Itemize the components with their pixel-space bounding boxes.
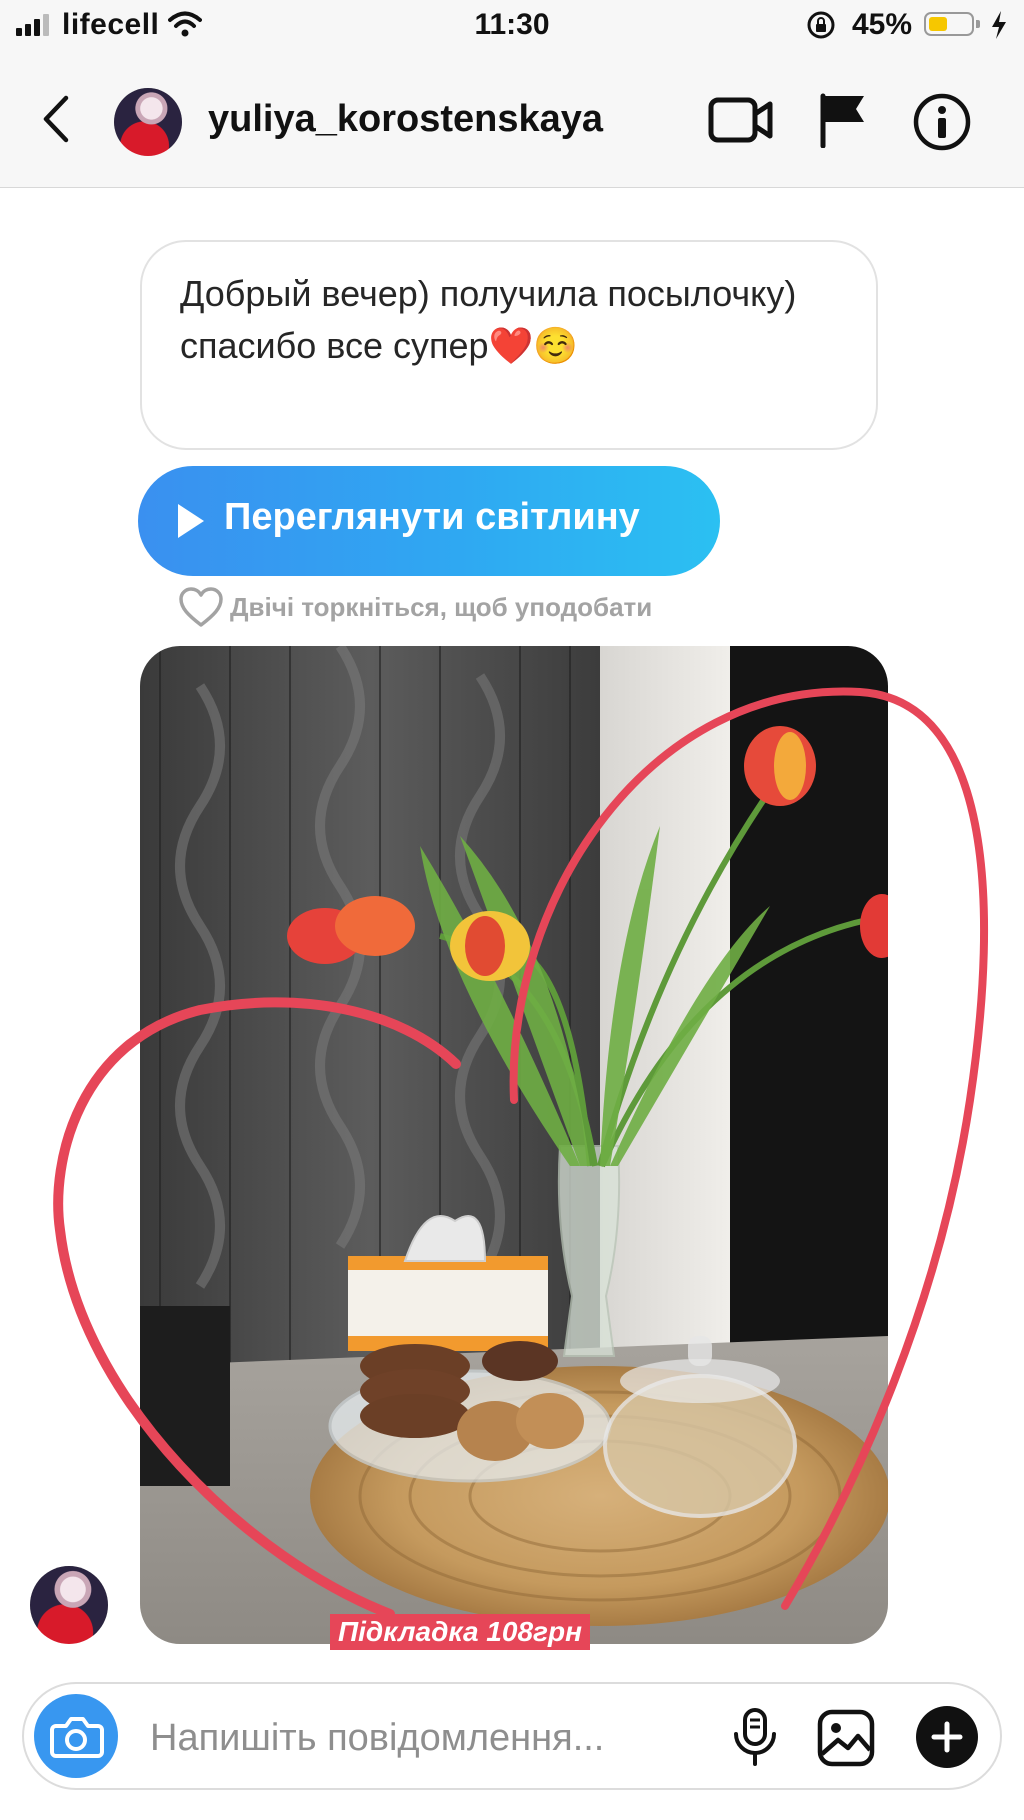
shared-photo[interactable] (140, 646, 888, 1644)
conversation-username[interactable]: yuliya_korostenskaya (208, 98, 603, 141)
camera-button[interactable] (34, 1694, 118, 1778)
message-bubble[interactable]: Добрый вечер) получила посылочку) спасиб… (140, 240, 878, 450)
chair-back (140, 1306, 230, 1486)
battery-icon (924, 12, 980, 36)
back-chevron-icon[interactable] (36, 94, 76, 144)
message-input[interactable] (148, 1712, 712, 1764)
heart-outline-icon[interactable] (178, 586, 224, 628)
charging-bolt-icon (992, 11, 1006, 39)
gallery-icon[interactable] (816, 1708, 876, 1768)
status-bar: lifecell 11:30 45% (0, 0, 1024, 50)
photo-caption: Підкладка 108грн (330, 1614, 590, 1650)
video-camera-icon[interactable] (708, 94, 774, 146)
photo-content (140, 646, 888, 1644)
battery-percent: 45% (852, 8, 913, 41)
camera-icon (50, 1717, 104, 1758)
message-composer (22, 1682, 1002, 1790)
avatar[interactable] (114, 88, 182, 156)
play-icon (178, 504, 204, 538)
flag-icon[interactable] (818, 92, 868, 148)
sender-avatar[interactable] (30, 1566, 108, 1644)
view-photo-button[interactable]: Переглянути світлину (138, 466, 720, 576)
conversation-header: yuliya_korostenskaya (0, 50, 1024, 188)
info-icon[interactable] (912, 92, 972, 152)
message-text: Добрый вечер) получила посылочку) спасиб… (180, 273, 797, 366)
view-photo-label: Переглянути світлину (224, 496, 640, 538)
like-hint-text: Двічі торкніться, щоб уподобати (230, 592, 653, 622)
rotation-lock-icon (807, 11, 835, 39)
plus-icon (931, 1721, 963, 1753)
microphone-icon[interactable] (730, 1706, 780, 1768)
add-button[interactable] (916, 1706, 978, 1768)
glass-vase (557, 1145, 621, 1357)
